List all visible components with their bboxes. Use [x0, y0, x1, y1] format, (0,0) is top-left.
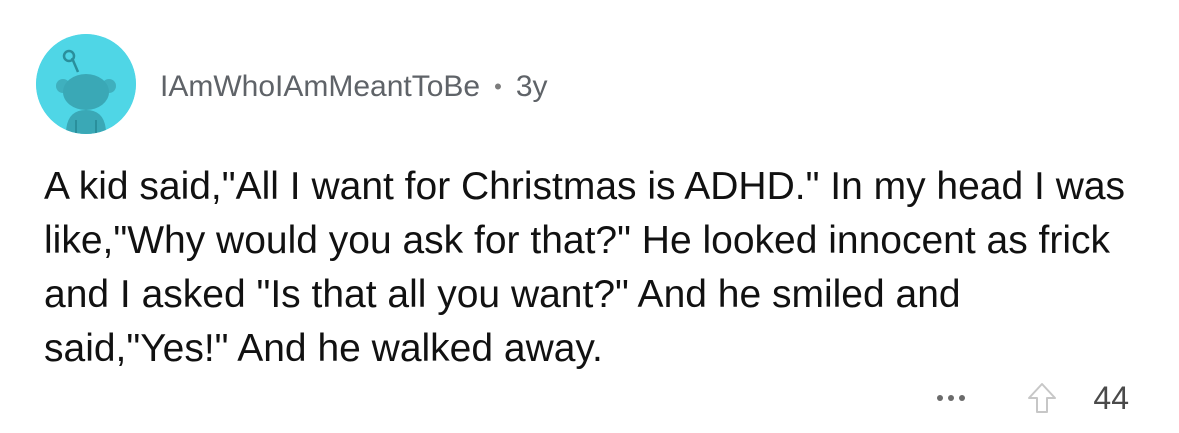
comment-body: A kid said,"All I want for Christmas is …: [44, 165, 1126, 370]
avatar[interactable]: [36, 34, 136, 134]
upvote-arrow-icon: [1028, 383, 1057, 413]
more-dots-icon: [937, 395, 944, 401]
author-username[interactable]: IAmWhoIAmMeantToBe: [160, 70, 480, 104]
meta-separator: •: [494, 74, 502, 99]
vote-score: 44: [1093, 379, 1129, 416]
comment-card: IAmWhoIAmMeantToBe • 3y A kid said,"All …: [0, 0, 1179, 433]
comment-actions: 44: [931, 376, 1129, 420]
more-options-button[interactable]: [931, 391, 971, 405]
comment-header: IAmWhoIAmMeantToBe • 3y: [160, 62, 548, 112]
upvote-button[interactable]: [1025, 381, 1059, 415]
comment-age[interactable]: 3y: [516, 70, 548, 104]
snoo-avatar-icon: [36, 34, 136, 134]
